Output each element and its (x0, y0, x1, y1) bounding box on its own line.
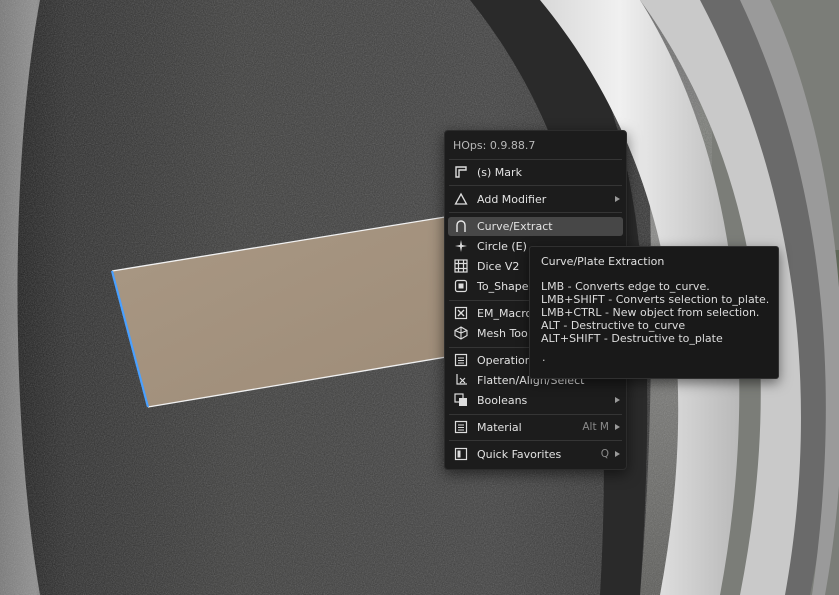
menu-item-label: Material (477, 421, 522, 434)
menu-item-quick-favorites[interactable]: Quick Favorites Q (448, 445, 623, 464)
menu-item-booleans[interactable]: Booleans (448, 391, 623, 410)
material-icon (454, 420, 468, 434)
favorites-icon (454, 447, 468, 461)
operations-icon (454, 353, 468, 367)
menu-item-label: Quick Favorites (477, 448, 562, 461)
booleans-icon (454, 393, 468, 407)
menu-item-label: Dice V2 (477, 260, 520, 273)
submenu-arrow-icon (615, 451, 620, 457)
menu-item-label: To_Shape (477, 280, 529, 293)
menu-item-label: Circle (E) (477, 240, 527, 253)
submenu-arrow-icon (615, 196, 620, 202)
menu-item-label: Add Modifier (477, 193, 547, 206)
menu-item-label: Curve/Extract (477, 220, 553, 233)
menu-item-label: Mesh Too (477, 327, 528, 340)
tooltip-trailing-dot: . (542, 351, 546, 364)
menu-item-label: (s) Mark (477, 166, 522, 179)
flatten-icon (454, 373, 468, 387)
menu-separator (449, 159, 622, 160)
menu-item-material[interactable]: Material Alt M (448, 418, 623, 437)
tooltip-line: LMB - Converts edge to_curve. (541, 280, 710, 293)
tooltip-line: ALT - Destructive to_curve (541, 319, 686, 332)
menu-separator (449, 212, 622, 213)
menu-separator (449, 185, 622, 186)
tooltip-title: Curve/Plate Extraction (541, 255, 665, 268)
tooltip-line: LMB+SHIFT - Converts selection to_plate. (541, 293, 770, 306)
sparkle-icon (454, 239, 468, 253)
tooltip-line: LMB+CTRL - New object from selection. (541, 306, 760, 319)
menu-item-label: Operation (477, 354, 532, 367)
macro-icon (454, 306, 468, 320)
menu-item-mark[interactable]: (s) Mark (448, 163, 623, 182)
tooltip: Curve/Plate Extraction LMB - Converts ed… (529, 246, 779, 379)
mesh-tools-icon (454, 326, 468, 340)
grid-icon (454, 259, 468, 273)
menu-item-curve-extract[interactable]: Curve/Extract (448, 217, 623, 236)
curve-icon (454, 219, 468, 233)
mark-icon (454, 165, 468, 179)
menu-item-label: EM_Macro (477, 307, 533, 320)
menu-separator (449, 414, 622, 415)
menu-separator (449, 440, 622, 441)
menu-item-hotkey: Q (600, 448, 609, 460)
triangle-icon (454, 192, 468, 206)
submenu-arrow-icon (615, 397, 620, 403)
tooltip-line: ALT+SHIFT - Destructive to_plate (541, 332, 723, 345)
menu-item-label: Booleans (477, 394, 528, 407)
submenu-arrow-icon (615, 424, 620, 430)
menu-item-add-modifier[interactable]: Add Modifier (448, 190, 623, 209)
menu-item-hotkey: Alt M (582, 421, 609, 433)
menu-title: HOps: 0.9.88.7 (453, 139, 536, 152)
to-shape-icon (454, 279, 468, 293)
